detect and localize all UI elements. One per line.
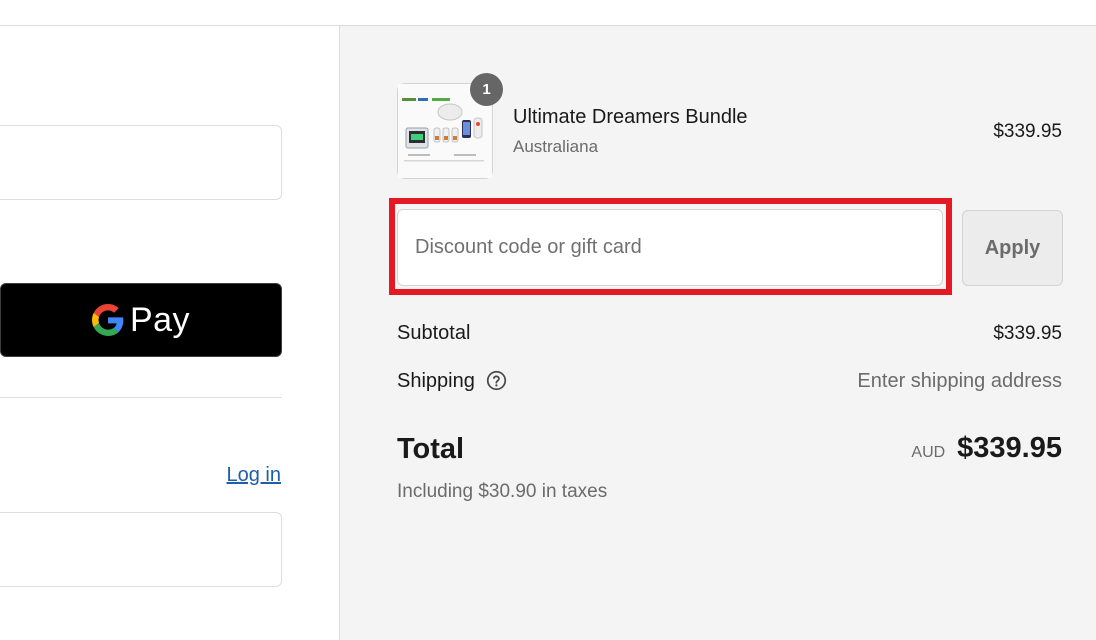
discount-field[interactable] [397,209,943,286]
subtotal-value: $339.95 [993,323,1062,344]
contact-input[interactable] [0,126,281,199]
email-input[interactable] [0,513,281,586]
login-link[interactable]: Log in [227,464,282,487]
google-g-icon [91,304,124,336]
apply-button[interactable]: Apply [962,210,1063,286]
shipping-label: Shipping [397,370,475,392]
shipping-value: Enter shipping address [857,370,1062,392]
total-amount: AUD $339.95 [911,432,1062,465]
subtotal-label: Subtotal [397,322,471,344]
product-price: $339.95 [993,121,1062,142]
currency-code: AUD [911,444,946,461]
help-circle-icon[interactable] [486,370,507,391]
top-bar [0,0,1096,26]
google-pay-button[interactable]: Pay [0,283,282,357]
product-name: Ultimate Dreamers Bundle [513,106,748,128]
discount-input[interactable] [398,210,942,285]
email-field[interactable] [0,512,282,587]
google-pay-label: Pay [129,300,191,339]
contact-field[interactable] [0,125,282,200]
section-divider [0,397,282,398]
taxes-note: Including $30.90 in taxes [397,481,608,502]
total-value: $339.95 [957,432,1062,464]
order-summary-panel: 1 Ultimate Dreamers Bundle Australiana $… [340,26,1096,640]
quantity-badge: 1 [470,73,503,106]
product-variant: Australiana [513,137,599,156]
checkout-form-panel: Pay Log in [0,26,339,640]
total-label: Total [397,433,465,465]
google-pay-content: Pay [91,300,191,340]
